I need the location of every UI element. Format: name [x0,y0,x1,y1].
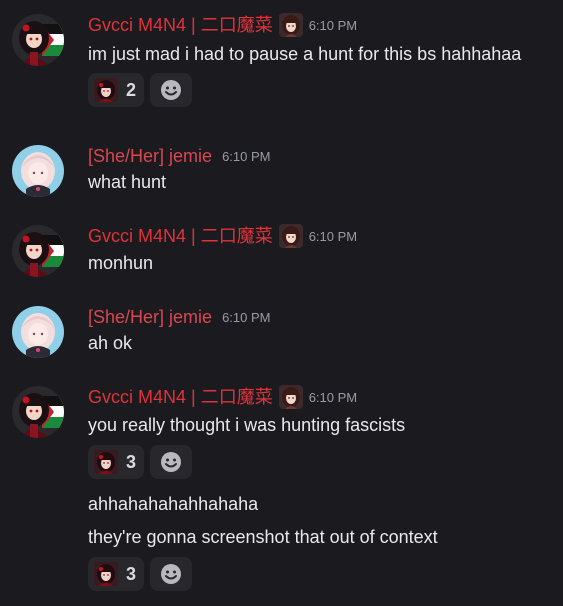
message-header: Gvcci M4N4 | 二口魔菜 6:10 PM [88,14,357,36]
add-reaction-button[interactable] [150,557,193,591]
reaction-bar: 3 [88,557,193,591]
reaction-count: 3 [126,563,137,584]
username[interactable]: [She/Her] jemie [88,145,212,167]
reaction-bar: 2 [88,73,193,107]
timestamp[interactable]: 6:10 PM [222,310,270,325]
reaction-bar: 3 [88,445,193,479]
username[interactable]: [She/Her] jemie [88,306,212,328]
message-header: [She/Her] jemie 6:10 PM [88,306,270,328]
message-header: Gvcci M4N4 | 二口魔菜 6:10 PM [88,225,357,247]
timestamp[interactable]: 6:10 PM [309,18,357,33]
message-text: what hunt [88,172,167,192]
add-reaction-button[interactable] [150,445,193,479]
add-reaction-button[interactable] [150,73,193,107]
username[interactable]: Gvcci M4N4 | 二口魔菜 [88,225,273,247]
message-text: ah ok [88,333,133,353]
timestamp[interactable]: 6:10 PM [309,229,357,244]
message-header: Gvcci M4N4 | 二口魔菜 6:10 PM [88,386,357,408]
avatar-jemie[interactable] [12,306,64,358]
avatar-gvcci[interactable] [12,225,64,277]
timestamp[interactable]: 6:10 PM [309,390,357,405]
reaction-count: 3 [126,451,137,472]
message-text: they're gonna screenshot that out of con… [88,527,438,547]
reaction-button[interactable]: 3 [88,557,145,591]
reaction-button[interactable]: 3 [88,445,145,479]
message-header: [She/Her] jemie 6:10 PM [88,145,270,167]
reaction-count: 2 [126,79,137,100]
role-icon[interactable] [279,224,303,248]
smile-icon [159,562,183,586]
custom-emoji-icon [94,562,118,586]
message-text: im just mad i had to pause a hunt for th… [88,44,522,64]
smile-icon [159,450,183,474]
role-icon[interactable] [279,385,303,409]
message-text: monhun [88,253,154,273]
username[interactable]: Gvcci M4N4 | 二口魔菜 [88,14,273,36]
smile-icon [159,78,183,102]
chat-log: Gvcci M4N4 | 二口魔菜 6:10 PM im just mad i … [0,0,563,606]
message-text: you really thought i was hunting fascist… [88,415,406,435]
custom-emoji-icon [94,450,118,474]
timestamp[interactable]: 6:10 PM [222,149,270,164]
avatar-gvcci[interactable] [12,14,64,66]
custom-emoji-icon [94,78,118,102]
role-icon[interactable] [279,13,303,37]
reaction-button[interactable]: 2 [88,73,145,107]
avatar-jemie[interactable] [12,145,64,197]
message-text: ahhahahahahhahaha [88,494,259,514]
avatar-gvcci[interactable] [12,386,64,438]
username[interactable]: Gvcci M4N4 | 二口魔菜 [88,386,273,408]
